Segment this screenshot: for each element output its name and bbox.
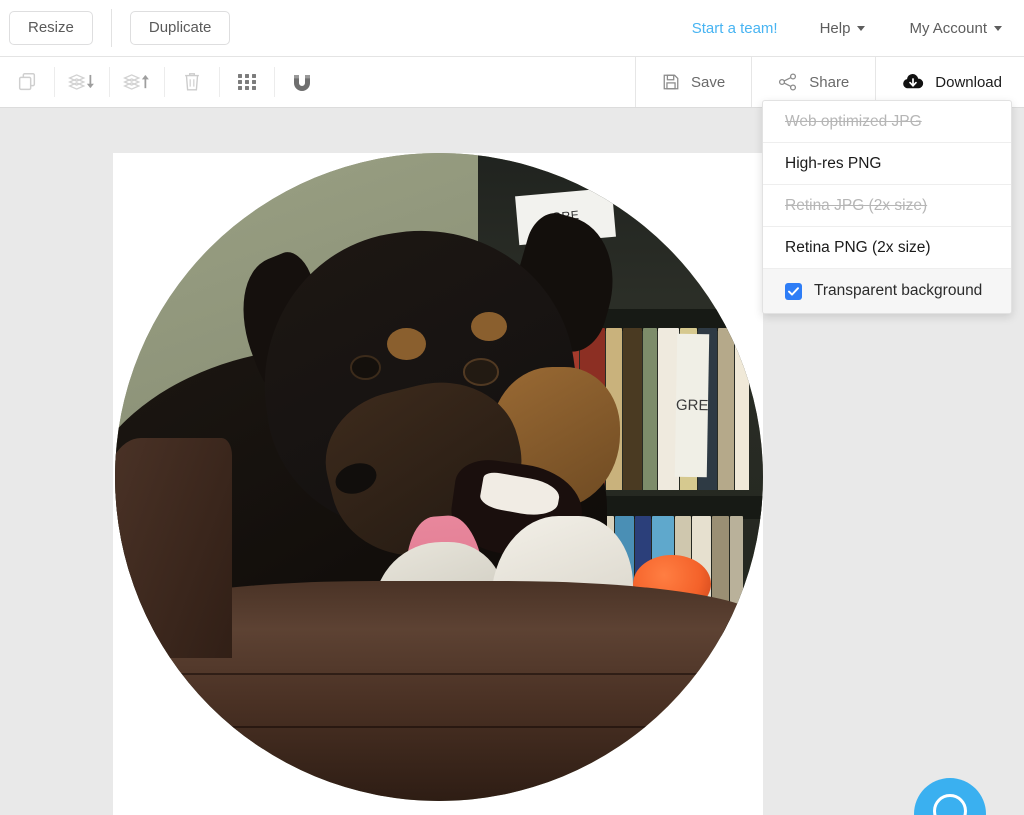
photo-content: GRE GRE [115, 153, 763, 801]
my-account-menu[interactable]: My Account [909, 20, 1002, 37]
dog-eye-left [351, 357, 379, 378]
start-a-team-link[interactable]: Start a team! [692, 20, 778, 37]
send-backward-icon [67, 71, 97, 93]
transparent-background-checkbox[interactable] [785, 282, 802, 300]
share-button-label: Share [809, 73, 850, 91]
save-button-label: Save [691, 73, 726, 91]
gre-spine-text: GRE [675, 396, 709, 415]
duplicate-button[interactable]: Duplicate [129, 11, 231, 45]
share-icon [778, 73, 798, 91]
top-bar-left-group: Resize Duplicate [0, 9, 231, 47]
dog-eye-right [464, 360, 498, 384]
menu-item-retina-png[interactable]: Retina PNG (2x size) [763, 227, 1011, 269]
help-menu-label: Help [819, 19, 851, 37]
chat-bubble-icon [933, 794, 967, 815]
bring-forward-icon [122, 71, 152, 93]
top-bar-divider [110, 9, 112, 47]
my-account-menu-label: My Account [909, 19, 987, 37]
chevron-down-icon [994, 25, 1002, 31]
magnet-icon [291, 71, 313, 93]
download-dropdown-menu: Web optimized JPG High-res PNG Retina JP… [762, 100, 1012, 314]
copy-icon [16, 71, 38, 93]
toolbar-tools-group [0, 57, 329, 107]
trash-icon [182, 71, 202, 93]
save-floppy-icon [662, 73, 680, 91]
download-cloud-icon [902, 73, 924, 91]
save-button[interactable]: Save [636, 57, 751, 107]
grid-button[interactable] [220, 57, 274, 107]
resize-button[interactable]: Resize [9, 11, 93, 45]
gre-book-spine: GRE [674, 334, 710, 478]
download-button-label: Download [935, 73, 1002, 91]
dog-brow-right [471, 311, 508, 341]
chevron-down-icon [857, 25, 866, 31]
bring-forward-button[interactable] [110, 57, 164, 107]
menu-item-retina-jpg: Retina JPG (2x size) [763, 185, 1011, 227]
menu-item-web-optimized-jpg: Web optimized JPG [763, 101, 1011, 143]
canvas-sheet[interactable]: GRE GRE [113, 153, 763, 815]
app-root: Resize Duplicate Start a team! Help My A… [0, 0, 1024, 815]
circular-photo-object[interactable]: GRE GRE [115, 153, 763, 801]
snap-magnet-button[interactable] [275, 57, 329, 107]
grid-icon [237, 72, 257, 92]
send-backward-button[interactable] [55, 57, 109, 107]
copy-button[interactable] [0, 57, 54, 107]
couch-arm [115, 438, 232, 659]
top-bar: Resize Duplicate Start a team! Help My A… [0, 0, 1024, 57]
transparent-background-row[interactable]: Transparent background [763, 269, 1011, 313]
top-bar-right-group: Start a team! Help My Account [692, 20, 1024, 37]
transparent-background-label: Transparent background [814, 282, 983, 299]
help-menu[interactable]: Help [820, 20, 866, 37]
menu-item-high-res-png[interactable]: High-res PNG [763, 143, 1011, 185]
delete-button[interactable] [165, 57, 219, 107]
